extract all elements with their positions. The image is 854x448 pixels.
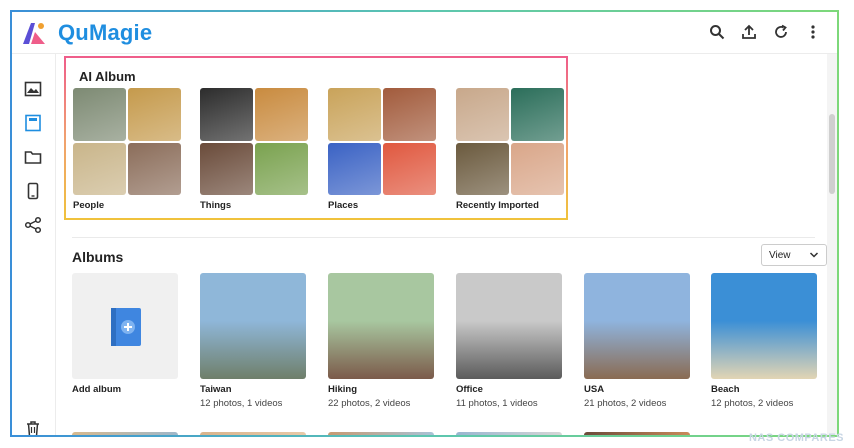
vertical-scrollbar[interactable] [827,54,837,435]
album-name: Hiking [328,384,358,395]
album-thumb-partial[interactable] [328,432,434,435]
album-card-hiking[interactable]: Hiking 22 photos, 2 videos [328,273,434,409]
ai-card-thumbnails [456,88,564,195]
main-content: AI Album People Things Places Recently I… [57,54,827,435]
album-thumb-partial[interactable] [72,432,178,435]
add-album-book-icon [111,308,141,346]
ai-card-places[interactable]: Places [328,88,436,211]
search-icon[interactable] [707,22,727,42]
thumbnail [255,88,308,141]
album-name: USA [584,384,605,395]
thumbnail [383,142,436,195]
folder-icon[interactable] [24,148,44,168]
add-album-button[interactable]: Add album [72,273,178,395]
album-thumb [456,273,562,379]
ai-card-thumbnails [73,88,181,195]
ai-card-label: People [73,200,105,211]
album-name: Taiwan [200,384,232,395]
album-name: Office [456,384,483,395]
album-card-taiwan[interactable]: Taiwan 12 photos, 1 videos [200,273,306,409]
album-name: Beach [711,384,740,395]
scrollbar-thumb[interactable] [829,114,835,194]
album-meta: 11 photos, 1 videos [456,398,538,409]
mobile-device-icon[interactable] [24,182,44,202]
album-meta: 12 photos, 2 videos [711,398,794,409]
thumbnail [511,88,564,141]
thumbnail [128,88,181,141]
add-album-thumb [72,273,178,379]
ai-card-thumbnails [200,88,308,195]
ai-card-label: Things [200,200,232,211]
refresh-icon[interactable] [771,22,791,42]
album-thumb [711,273,817,379]
album-thumb-partial[interactable] [200,432,306,435]
upload-icon[interactable] [739,22,759,42]
thumbnail [383,88,436,141]
thumbnail [328,88,381,141]
ai-card-thumbnails [328,88,436,195]
thumbnail [511,142,564,195]
top-actions [707,22,823,42]
album-thumb-partial[interactable] [584,432,690,435]
thumbnail [328,142,381,195]
sidebar [12,54,56,435]
watermark-text: NAS COMPARES [748,432,844,444]
ai-card-things[interactable]: Things [200,88,308,211]
album-card-office[interactable]: Office 11 photos, 1 videos [456,273,562,409]
app-brand: QuMagie [58,20,153,45]
more-vert-icon[interactable] [803,22,823,42]
section-divider [72,237,815,238]
ai-album-title: AI Album [79,69,136,84]
thumbnail [200,88,253,141]
qumagie-logo-icon[interactable] [20,19,48,47]
album-thumb [584,273,690,379]
album-thumb [200,273,306,379]
album-icon[interactable] [24,114,44,134]
thumbnail [456,142,509,195]
view-dropdown[interactable]: View [761,244,827,266]
view-dropdown-label: View [769,249,791,261]
album-card-beach[interactable]: Beach 12 photos, 2 videos [711,273,817,409]
album-name: Add album [72,384,122,395]
thumbnail [255,142,308,195]
trash-icon[interactable] [24,420,44,435]
share-icon[interactable] [24,216,44,236]
ai-card-people[interactable]: People [73,88,181,211]
photos-icon[interactable] [24,80,44,100]
thumbnail [200,142,253,195]
album-card-usa[interactable]: USA 21 photos, 2 videos [584,273,690,409]
album-meta: 21 photos, 2 videos [584,398,667,409]
thumbnail [73,88,126,141]
ai-card-label: Recently Imported [456,200,539,211]
app-window: QuMagie AI Album People Things Places Re… [10,10,839,437]
ai-card-label: Places [328,200,359,211]
thumbnail [128,142,181,195]
thumbnail [456,88,509,141]
album-meta: 12 photos, 1 videos [200,398,283,409]
top-bar: QuMagie [12,12,837,54]
album-thumb [328,273,434,379]
ai-card-recently-imported[interactable]: Recently Imported [456,88,564,211]
album-thumb-partial[interactable] [456,432,562,435]
album-meta: 22 photos, 2 videos [328,398,411,409]
albums-title: Albums [72,249,124,265]
chevron-down-icon [809,252,819,258]
thumbnail [73,142,126,195]
